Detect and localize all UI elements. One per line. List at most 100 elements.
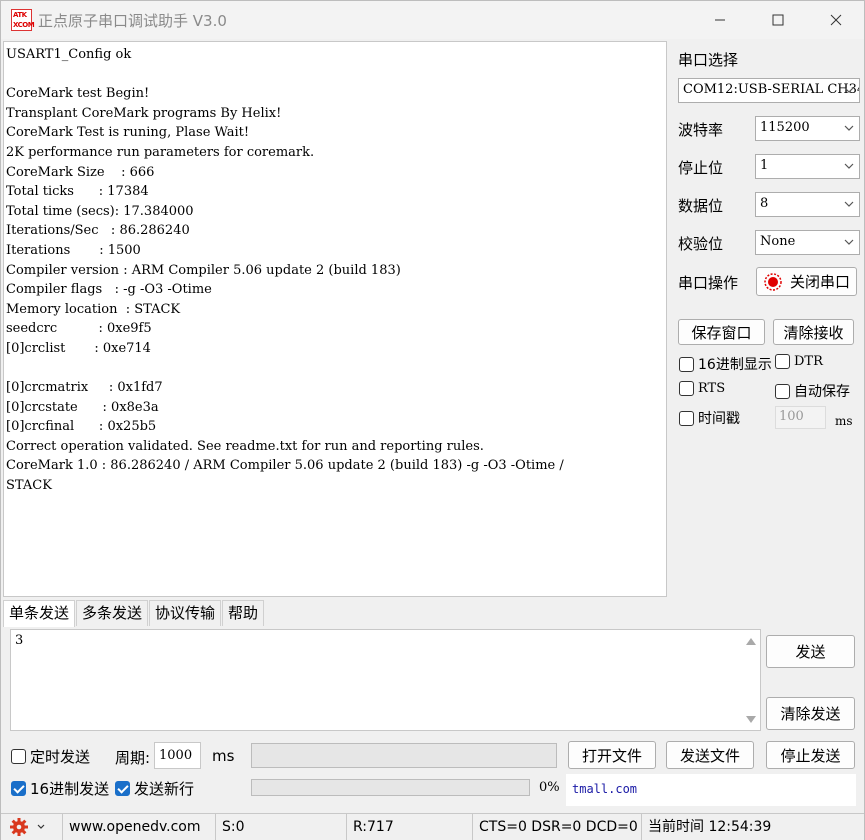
receive-line: Compiler version : ARM Compiler 5.06 upd…	[6, 262, 401, 278]
send-textarea[interactable]: 3	[10, 629, 761, 731]
chevron-down-icon	[844, 163, 854, 169]
dtr-checkbox[interactable]: DTR	[775, 354, 823, 369]
receive-line: [0]crclist : 0xe714	[6, 340, 151, 356]
save-window-button[interactable]: 保存窗口	[678, 319, 765, 345]
receive-line: CoreMark Test is runing, Plase Wait!	[6, 125, 250, 141]
close-button[interactable]	[807, 1, 865, 39]
send-scrollbar[interactable]	[742, 630, 760, 730]
tab-protocol[interactable]: 协议传输	[149, 600, 222, 626]
serial-op-label: 串口操作	[678, 274, 739, 292]
checkbox-box	[679, 356, 694, 372]
baud-label: 波特率	[678, 121, 724, 139]
checkbox-box	[679, 381, 694, 396]
progress-percent: 0%	[539, 780, 560, 795]
clear-receive-button[interactable]: 清除接收	[773, 319, 854, 345]
settings-gear-icon[interactable]	[9, 817, 45, 840]
stop-send-button[interactable]: 停止发送	[766, 741, 855, 769]
timestamp-unit: ms	[835, 414, 853, 428]
checkbox-checked-icon	[115, 781, 130, 796]
send-tabs: 单条发送 多条发送 协议传输 帮助	[3, 600, 265, 627]
close-icon	[830, 14, 842, 26]
receive-line: Iterations : 1500	[6, 242, 141, 258]
receive-line: CoreMark 1.0 : 86.286240 / ARM Compiler …	[6, 458, 564, 474]
timestamp-checkbox[interactable]: 时间戳	[679, 408, 740, 428]
app-window: ATK XCOM 正点原子串口调试助手 V3.0 USART1_Config o…	[0, 0, 865, 840]
tab-multi-send[interactable]: 多条发送	[76, 600, 149, 626]
receive-lines: USART1_Config ok CoreMark test Begin! Tra…	[4, 42, 666, 496]
receive-line: Total time (secs): 17.384000	[6, 203, 194, 219]
receive-line: CoreMark Size : 666	[6, 164, 155, 180]
send-progress-track-upper	[251, 743, 557, 768]
receive-line: Correct operation validated. See readme.…	[6, 438, 484, 454]
receive-line: CoreMark test Begin!	[6, 86, 150, 102]
receive-line: seedcrc : 0xe9f5	[6, 321, 152, 337]
status-recv-count: R:717	[346, 814, 394, 840]
checkbox-checked-icon	[11, 781, 26, 796]
checkbox-box	[679, 410, 694, 426]
stop-bits-select[interactable]: 1	[755, 154, 860, 179]
receive-textarea[interactable]: USART1_Config ok CoreMark test Begin! Tra…	[3, 41, 667, 597]
title-bar[interactable]: ATK XCOM 正点原子串口调试助手 V3.0	[1, 1, 864, 39]
hex-send-checkbox[interactable]: 16进制发送	[11, 778, 109, 799]
send-button[interactable]: 发送	[766, 635, 855, 668]
checkbox-box	[11, 749, 26, 764]
chevron-down-icon	[844, 87, 854, 93]
port-select-label: 串口选择	[678, 51, 739, 69]
auto-save-checkbox[interactable]: 自动保存	[775, 381, 850, 401]
receive-line: Transplant CoreMark programs By Helix!	[6, 105, 282, 121]
data-bits-select[interactable]: 8	[755, 192, 860, 217]
port-select[interactable]: COM12:USB-SERIAL CH340	[678, 78, 860, 103]
receive-line: [0]crcmatrix : 0x1fd7	[6, 380, 163, 396]
minimize-button[interactable]	[691, 1, 749, 39]
minimize-icon	[715, 19, 725, 21]
receive-line: Total ticks : 17384	[6, 184, 149, 200]
receive-line: Memory location : STACK	[6, 301, 181, 317]
send-newline-checkbox[interactable]: 发送新行	[115, 778, 194, 799]
timestamp-interval-input[interactable]: 100	[775, 406, 826, 429]
open-file-button[interactable]: 打开文件	[568, 741, 656, 769]
receive-line	[6, 359, 666, 379]
period-input[interactable]: 1000	[154, 742, 201, 769]
chevron-down-icon	[844, 125, 854, 131]
receive-line: [0]crcfinal : 0x25b5	[6, 419, 157, 435]
tab-help[interactable]: 帮助	[222, 600, 265, 626]
hex-display-checkbox[interactable]: 16进制显示	[679, 354, 772, 374]
ad-link-box[interactable]: tmall.com	[566, 774, 856, 806]
tab-single-send[interactable]: 单条发送	[3, 600, 76, 627]
timed-send-checkbox[interactable]: 定时发送	[11, 746, 90, 767]
status-lines: CTS=0 DSR=0 DCD=0	[472, 814, 638, 840]
receive-line: [0]crcstate : 0x8e3a	[6, 399, 159, 415]
baud-select[interactable]: 115200	[755, 116, 860, 141]
receive-line: 2K performance run parameters for corema…	[6, 144, 315, 160]
parity-label: 校验位	[678, 235, 724, 253]
receive-line: Compiler flags : -g -O3 -Otime	[6, 282, 212, 298]
period-label: 周期:	[115, 749, 151, 767]
period-unit: ms	[212, 747, 235, 765]
ad-link[interactable]: tmall.com	[572, 782, 637, 796]
rts-checkbox[interactable]: RTS	[679, 381, 725, 396]
chevron-down-icon	[844, 201, 854, 207]
status-url[interactable]: www.openedv.com	[62, 814, 201, 840]
status-bar: www.openedv.com S:0 R:717 CTS=0 DSR=0 DC…	[1, 813, 864, 840]
receive-line	[6, 65, 666, 85]
stop-bits-label: 停止位	[678, 159, 724, 177]
data-bits-label: 数据位	[678, 197, 724, 215]
checkbox-box	[775, 383, 790, 399]
maximize-icon	[772, 14, 784, 26]
clear-send-button[interactable]: 清除发送	[766, 697, 855, 730]
close-port-button[interactable]: 关闭串口	[756, 267, 857, 296]
send-progress-bar	[251, 779, 530, 796]
receive-line: Iterations/Sec : 86.286240	[6, 223, 190, 239]
window-title: 正点原子串口调试助手 V3.0	[38, 12, 227, 30]
send-file-button[interactable]: 发送文件	[666, 741, 754, 769]
scroll-down-icon[interactable]	[746, 716, 756, 723]
maximize-button[interactable]	[749, 1, 807, 39]
status-time: 当前时间 12:54:39	[641, 814, 771, 840]
chevron-down-icon	[844, 239, 854, 245]
receive-line: USART1_Config ok	[6, 47, 132, 62]
parity-select[interactable]: None	[755, 230, 860, 255]
scroll-up-icon[interactable]	[746, 638, 756, 645]
record-icon	[764, 272, 782, 291]
status-sent-count: S:0	[215, 814, 245, 840]
app-logo-icon: ATK XCOM	[11, 9, 35, 31]
